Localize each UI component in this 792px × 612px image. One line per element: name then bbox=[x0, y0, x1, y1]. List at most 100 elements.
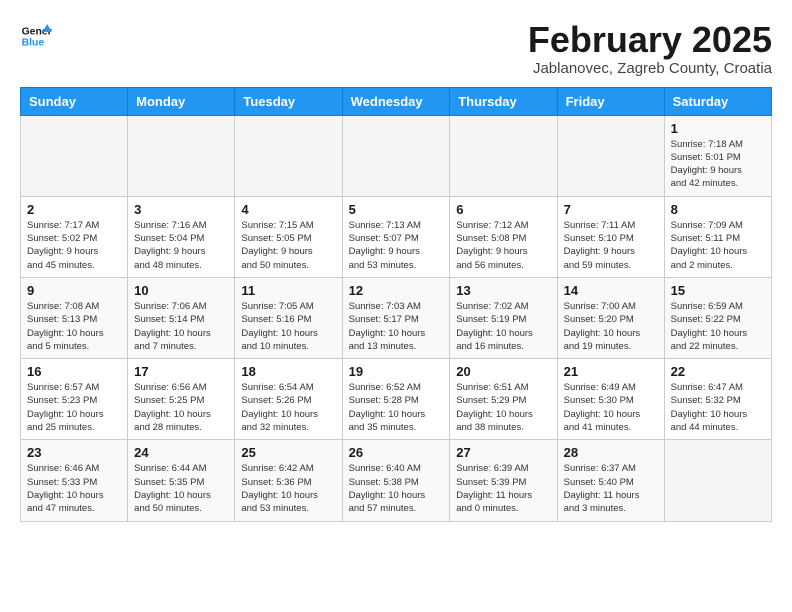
day-cell: 14 Sunrise: 7:00 AM Sunset: 5:20 PM Dayli… bbox=[557, 277, 664, 358]
day-info: Sunrise: 7:08 AM Sunset: 5:13 PM Dayligh… bbox=[27, 300, 121, 353]
day-info: Sunrise: 7:17 AM Sunset: 5:02 PM Dayligh… bbox=[27, 219, 121, 272]
week-row-3: 9 Sunrise: 7:08 AM Sunset: 5:13 PM Daylig… bbox=[21, 277, 772, 358]
day-number: 23 bbox=[27, 445, 121, 460]
header-sunday: Sunday bbox=[21, 87, 128, 115]
day-number: 1 bbox=[671, 121, 765, 136]
day-info: Sunrise: 7:06 AM Sunset: 5:14 PM Dayligh… bbox=[134, 300, 228, 353]
day-cell: 13Sunrise: 7:02 AM Sunset: 5:19 PM Dayli… bbox=[450, 277, 557, 358]
day-info: Sunrise: 6:40 AM Sunset: 5:38 PM Dayligh… bbox=[349, 462, 444, 515]
day-info: Sunrise: 6:44 AM Sunset: 5:35 PM Dayligh… bbox=[134, 462, 228, 515]
header-thursday: Thursday bbox=[450, 87, 557, 115]
day-number: 11 bbox=[241, 283, 335, 298]
day-info: Sunrise: 7:12 AM Sunset: 5:08 PM Dayligh… bbox=[456, 219, 550, 272]
day-cell: 6Sunrise: 7:12 AM Sunset: 5:08 PM Daylig… bbox=[450, 196, 557, 277]
day-cell: 4 Sunrise: 7:15 AM Sunset: 5:05 PM Daylig… bbox=[235, 196, 342, 277]
day-number: 24 bbox=[134, 445, 228, 460]
day-cell: 20 Sunrise: 6:51 AM Sunset: 5:29 PM Dayli… bbox=[450, 359, 557, 440]
calendar-title: February 2025 bbox=[528, 20, 772, 60]
day-number: 14 bbox=[564, 283, 658, 298]
day-cell: 21Sunrise: 6:49 AM Sunset: 5:30 PM Dayli… bbox=[557, 359, 664, 440]
header-monday: Monday bbox=[128, 87, 235, 115]
day-cell bbox=[557, 115, 664, 196]
header-wednesday: Wednesday bbox=[342, 87, 450, 115]
day-number: 10 bbox=[134, 283, 228, 298]
day-cell: 3 Sunrise: 7:16 AM Sunset: 5:04 PM Daylig… bbox=[128, 196, 235, 277]
title-section: February 2025 Jablanovec, Zagreb County,… bbox=[528, 20, 772, 77]
day-cell bbox=[235, 115, 342, 196]
day-info: Sunrise: 7:09 AM Sunset: 5:11 PM Dayligh… bbox=[671, 219, 765, 272]
calendar-table: SundayMondayTuesdayWednesdayThursdayFrid… bbox=[20, 87, 772, 522]
day-number: 4 bbox=[241, 202, 335, 217]
day-number: 20 bbox=[456, 364, 550, 379]
day-cell bbox=[342, 115, 450, 196]
logo: General Blue General Blue bbox=[20, 20, 52, 52]
week-row-2: 2 Sunrise: 7:17 AM Sunset: 5:02 PM Daylig… bbox=[21, 196, 772, 277]
day-cell: 8 Sunrise: 7:09 AM Sunset: 5:11 PM Daylig… bbox=[664, 196, 771, 277]
day-cell: 9 Sunrise: 7:08 AM Sunset: 5:13 PM Daylig… bbox=[21, 277, 128, 358]
day-cell: 24 Sunrise: 6:44 AM Sunset: 5:35 PM Dayli… bbox=[128, 440, 235, 521]
day-cell: 27 Sunrise: 6:39 AM Sunset: 5:39 PM Dayli… bbox=[450, 440, 557, 521]
day-number: 3 bbox=[134, 202, 228, 217]
day-info: Sunrise: 6:54 AM Sunset: 5:26 PM Dayligh… bbox=[241, 381, 335, 434]
day-info: Sunrise: 7:15 AM Sunset: 5:05 PM Dayligh… bbox=[241, 219, 335, 272]
day-cell: 12 Sunrise: 7:03 AM Sunset: 5:17 PM Dayli… bbox=[342, 277, 450, 358]
day-info: Sunrise: 7:18 AM Sunset: 5:01 PM Dayligh… bbox=[671, 138, 765, 191]
day-cell: 22Sunrise: 6:47 AM Sunset: 5:32 PM Dayli… bbox=[664, 359, 771, 440]
day-cell: 19 Sunrise: 6:52 AM Sunset: 5:28 PM Dayli… bbox=[342, 359, 450, 440]
day-number: 17 bbox=[134, 364, 228, 379]
day-info: Sunrise: 6:49 AM Sunset: 5:30 PM Dayligh… bbox=[564, 381, 658, 434]
day-number: 7 bbox=[564, 202, 658, 217]
day-cell: 10 Sunrise: 7:06 AM Sunset: 5:14 PM Dayli… bbox=[128, 277, 235, 358]
day-number: 5 bbox=[349, 202, 444, 217]
logo-icon: General Blue bbox=[20, 20, 52, 52]
day-number: 18 bbox=[241, 364, 335, 379]
day-cell: 23Sunrise: 6:46 AM Sunset: 5:33 PM Dayli… bbox=[21, 440, 128, 521]
day-cell: 5 Sunrise: 7:13 AM Sunset: 5:07 PM Daylig… bbox=[342, 196, 450, 277]
day-number: 27 bbox=[456, 445, 550, 460]
day-info: Sunrise: 7:16 AM Sunset: 5:04 PM Dayligh… bbox=[134, 219, 228, 272]
week-row-1: 1 Sunrise: 7:18 AM Sunset: 5:01 PM Daylig… bbox=[21, 115, 772, 196]
day-info: Sunrise: 6:39 AM Sunset: 5:39 PM Dayligh… bbox=[456, 462, 550, 515]
calendar-subtitle: Jablanovec, Zagreb County, Croatia bbox=[528, 60, 772, 77]
svg-text:Blue: Blue bbox=[22, 38, 45, 49]
day-info: Sunrise: 6:42 AM Sunset: 5:36 PM Dayligh… bbox=[241, 462, 335, 515]
day-number: 13 bbox=[456, 283, 550, 298]
day-cell bbox=[450, 115, 557, 196]
day-info: Sunrise: 6:57 AM Sunset: 5:23 PM Dayligh… bbox=[27, 381, 121, 434]
day-cell: 15Sunrise: 6:59 AM Sunset: 5:22 PM Dayli… bbox=[664, 277, 771, 358]
day-cell: 16Sunrise: 6:57 AM Sunset: 5:23 PM Dayli… bbox=[21, 359, 128, 440]
day-cell: 26 Sunrise: 6:40 AM Sunset: 5:38 PM Dayli… bbox=[342, 440, 450, 521]
day-cell: 1 Sunrise: 7:18 AM Sunset: 5:01 PM Daylig… bbox=[664, 115, 771, 196]
day-cell: 28Sunrise: 6:37 AM Sunset: 5:40 PM Dayli… bbox=[557, 440, 664, 521]
calendar-header-row: SundayMondayTuesdayWednesdayThursdayFrid… bbox=[21, 87, 772, 115]
day-number: 2 bbox=[27, 202, 121, 217]
day-info: Sunrise: 6:56 AM Sunset: 5:25 PM Dayligh… bbox=[134, 381, 228, 434]
week-row-4: 16Sunrise: 6:57 AM Sunset: 5:23 PM Dayli… bbox=[21, 359, 772, 440]
day-cell bbox=[664, 440, 771, 521]
day-cell bbox=[128, 115, 235, 196]
day-number: 28 bbox=[564, 445, 658, 460]
day-number: 8 bbox=[671, 202, 765, 217]
week-row-5: 23Sunrise: 6:46 AM Sunset: 5:33 PM Dayli… bbox=[21, 440, 772, 521]
day-number: 25 bbox=[241, 445, 335, 460]
day-cell: 17 Sunrise: 6:56 AM Sunset: 5:25 PM Dayli… bbox=[128, 359, 235, 440]
day-number: 15 bbox=[671, 283, 765, 298]
day-cell: 7 Sunrise: 7:11 AM Sunset: 5:10 PM Daylig… bbox=[557, 196, 664, 277]
day-info: Sunrise: 6:47 AM Sunset: 5:32 PM Dayligh… bbox=[671, 381, 765, 434]
day-info: Sunrise: 7:13 AM Sunset: 5:07 PM Dayligh… bbox=[349, 219, 444, 272]
day-info: Sunrise: 6:51 AM Sunset: 5:29 PM Dayligh… bbox=[456, 381, 550, 434]
day-info: Sunrise: 7:03 AM Sunset: 5:17 PM Dayligh… bbox=[349, 300, 444, 353]
day-cell bbox=[21, 115, 128, 196]
day-info: Sunrise: 7:00 AM Sunset: 5:20 PM Dayligh… bbox=[564, 300, 658, 353]
day-cell: 2 Sunrise: 7:17 AM Sunset: 5:02 PM Daylig… bbox=[21, 196, 128, 277]
day-info: Sunrise: 7:11 AM Sunset: 5:10 PM Dayligh… bbox=[564, 219, 658, 272]
day-cell: 25 Sunrise: 6:42 AM Sunset: 5:36 PM Dayli… bbox=[235, 440, 342, 521]
day-number: 9 bbox=[27, 283, 121, 298]
day-number: 26 bbox=[349, 445, 444, 460]
day-info: Sunrise: 6:52 AM Sunset: 5:28 PM Dayligh… bbox=[349, 381, 444, 434]
day-cell: 18 Sunrise: 6:54 AM Sunset: 5:26 PM Dayli… bbox=[235, 359, 342, 440]
day-number: 12 bbox=[349, 283, 444, 298]
header-friday: Friday bbox=[557, 87, 664, 115]
day-number: 19 bbox=[349, 364, 444, 379]
header-tuesday: Tuesday bbox=[235, 87, 342, 115]
